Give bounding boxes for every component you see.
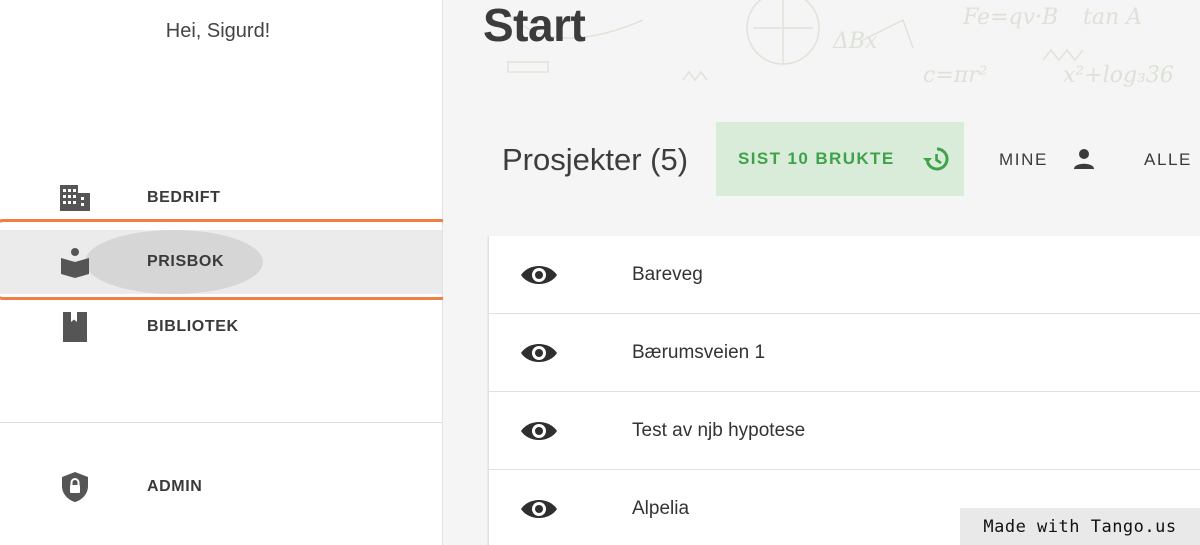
eye-icon[interactable] [519,339,559,367]
project-row[interactable]: Test av njb hypotese [489,392,1200,470]
sidebar-item-label: BIBLIOTEK [147,318,239,335]
svg-text:c=πr²: c=πr² [923,63,988,88]
tango-watermark: Made with Tango.us [960,508,1200,545]
project-name: Test av njb hypotese [632,419,806,441]
sidebar-item-bedrift[interactable]: BEDRIFT [0,166,442,230]
page-title: Start [483,0,586,51]
sidebar-item-bibliotek[interactable]: BIBLIOTEK [0,295,442,359]
history-icon [922,145,950,173]
book-icon [58,310,92,344]
svg-text:x²+log₃36: x²+log₃36 [1063,63,1174,88]
greeting: Hei, Sigurd! [165,20,271,42]
project-name: Bærumsveien 1 [632,341,766,363]
filter-recent-button[interactable]: SIST 10 BRUKTE [716,122,964,196]
sidebar-item-label: BEDRIFT [147,189,221,206]
shield-lock-icon [58,470,92,504]
eye-icon[interactable] [519,261,559,289]
project-name: Alpelia [632,497,690,519]
sidebar: Hei, Sigurd! BEDRIFT PRISBOK BIBLIOTEK A… [0,0,443,545]
project-row[interactable]: Bærumsveien 1 [489,314,1200,392]
project-row[interactable]: Bareveg [489,236,1200,314]
sidebar-item-label: PRISBOK [147,253,225,270]
svg-text:tan A: tan A [1083,5,1142,30]
eye-icon[interactable] [519,417,559,445]
svg-text:Fe=qv·B: Fe=qv·B [962,5,1058,30]
project-name: Bareveg [632,263,703,285]
eye-icon[interactable] [519,495,559,523]
filter-alle-button[interactable]: ALLE [1144,150,1192,170]
main-content: Fe=qv·B tan A c=πr² x²+log₃36 ΔBx Start … [443,0,1200,545]
reader-icon [58,245,92,279]
person-icon [1071,146,1097,172]
building-icon [58,181,92,215]
project-list: Bareveg Bærumsveien 1 Test av njb hypote… [488,236,1200,545]
sidebar-item-admin[interactable]: ADMIN [0,455,442,519]
projects-heading: Prosjekter (5) [502,142,689,177]
filter-label: MINE [999,150,1048,169]
filter-label: SIST 10 BRUKTE [738,149,895,168]
sidebar-divider [0,422,442,423]
sidebar-item-prisbok[interactable]: PRISBOK [0,230,442,294]
sidebar-item-label: ADMIN [147,478,203,495]
svg-text:ΔBx: ΔBx [832,29,878,54]
